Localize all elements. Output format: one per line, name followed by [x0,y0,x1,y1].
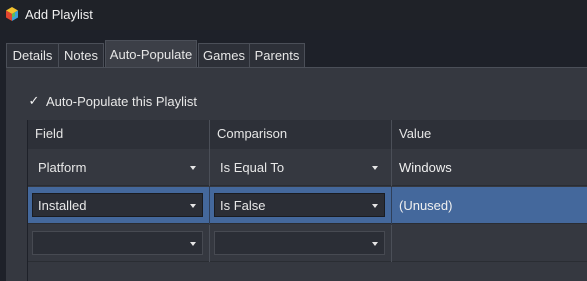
value-text: (Unused) [399,198,453,213]
tab-games[interactable]: Games [198,43,250,67]
tab-parents[interactable]: Parents [249,43,305,67]
comparison-value: Is False [220,198,266,213]
comparison-value: Is Equal To [220,160,285,175]
grid-row-new[interactable] [28,225,587,262]
field-cell: Platform [28,149,210,186]
value-cell[interactable] [392,225,587,262]
auto-populate-panel: ✓ Auto-Populate this Playlist Field Comp… [6,67,587,281]
auto-populate-checkbox[interactable]: ✓ [28,94,40,107]
value-cell[interactable]: (Unused) [392,187,587,224]
field-value: Platform [38,160,87,175]
chevron-down-icon [372,166,378,170]
tab-label: Notes [64,48,98,63]
grid-row-selected[interactable]: Installed Is False (Unused) [28,187,587,224]
chevron-down-icon [190,166,196,170]
field-cell: Installed [28,187,210,224]
comparison-dropdown[interactable] [214,231,385,255]
tab-label: Games [203,48,245,63]
column-header-comparison[interactable]: Comparison [210,120,392,149]
comparison-cell [210,225,392,262]
chevron-down-icon [372,242,378,246]
column-header-field[interactable]: Field [28,120,210,149]
field-dropdown[interactable]: Platform [32,155,203,179]
tab-notes[interactable]: Notes [58,43,104,67]
chevron-down-icon [190,242,196,246]
tab-label: Auto-Populate [109,47,193,62]
chevron-down-icon [190,204,196,208]
launchbox-logo-icon [6,7,18,21]
field-cell [28,225,210,262]
chevron-down-icon [372,204,378,208]
grid-header: Field Comparison Value [28,120,587,149]
tab-auto-populate[interactable]: Auto-Populate [105,40,197,68]
tab-label: Details [12,48,53,63]
comparison-dropdown[interactable]: Is False [214,193,385,217]
title-bar: Add Playlist [0,0,587,30]
rules-grid: Field Comparison Value Platform Is Equal… [27,120,587,281]
auto-populate-label[interactable]: Auto-Populate this Playlist [46,94,197,109]
field-dropdown[interactable]: Installed [32,193,203,217]
column-header-value[interactable]: Value [392,120,587,149]
grid-row[interactable]: Platform Is Equal To Windows [28,149,587,186]
field-dropdown[interactable] [32,231,203,255]
comparison-cell: Is Equal To [210,149,392,186]
field-value: Installed [38,198,87,213]
value-text: Windows [399,160,452,175]
comparison-cell: Is False [210,187,392,224]
comparison-dropdown[interactable]: Is Equal To [214,155,385,179]
tab-details[interactable]: Details [6,43,59,67]
tab-label: Parents [254,48,300,63]
window-title: Add Playlist [25,7,93,22]
value-cell[interactable]: Windows [392,149,587,186]
